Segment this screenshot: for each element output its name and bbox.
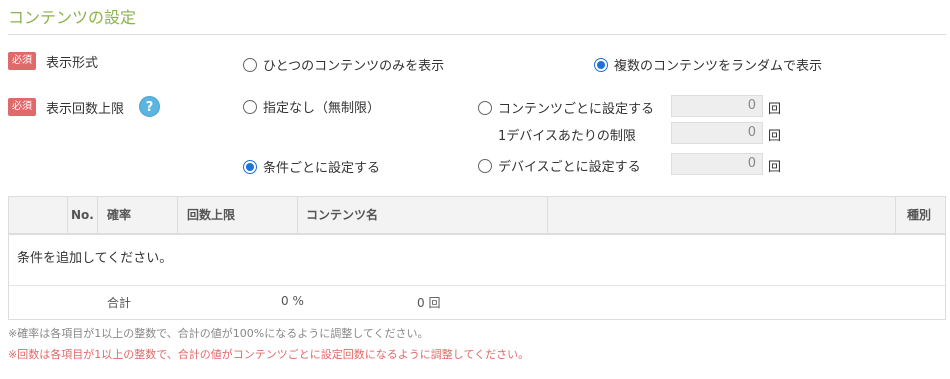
per-device-limit-label: 1デバイスあたりの制限 <box>498 129 636 144</box>
radio-per-condition[interactable]: 条件ごとに設定する <box>243 157 380 176</box>
per-device-limit-input[interactable]: 0 <box>671 122 763 144</box>
radio-per-device[interactable]: デバイスごとに設定する <box>478 156 641 175</box>
title-divider <box>8 34 946 35</box>
header-content-name: コンテンツ名 <box>306 208 379 222</box>
radio-no-limit-circle[interactable] <box>243 99 257 114</box>
required-badge: 必須 <box>8 98 36 116</box>
display-limit-label: 表示回数上限 <box>46 102 125 117</box>
radio-per-content[interactable]: コンテンツごとに設定する <box>478 98 654 117</box>
probability-note: ※確率は各項目が1以上の整数で、合計の値が100%になるように調整してください。 <box>8 327 429 340</box>
table-header: No. 確率 回数上限 コンテンツ名 種別 <box>9 197 945 235</box>
display-format-label: 表示形式 <box>46 56 99 71</box>
empty-message: 条件を追加してください。 <box>17 251 173 266</box>
required-badge: 必須 <box>8 52 36 70</box>
help-icon[interactable]: ? <box>139 96 160 117</box>
per-device-limit-unit: 回 <box>768 129 782 144</box>
radio-per-device-circle[interactable] <box>478 158 492 173</box>
radio-single-content-circle[interactable] <box>243 57 257 72</box>
conditions-table: No. 確率 回数上限 コンテンツ名 種別 条件を追加してください。 合計 0 … <box>8 196 946 320</box>
total-label: 合計 <box>107 296 132 310</box>
header-limit: 回数上限 <box>187 208 236 222</box>
radio-no-limit-label: 指定なし（無制限） <box>263 101 381 116</box>
radio-random-content-label: 複数のコンテンツをランダムで表示 <box>614 59 823 74</box>
header-divider <box>547 197 548 233</box>
header-no: No. <box>71 208 94 222</box>
per-content-unit: 回 <box>768 102 782 117</box>
header-divider <box>67 197 68 233</box>
header-probability: 確率 <box>107 208 132 222</box>
per-content-limit-input[interactable]: 0 <box>671 95 763 117</box>
total-percent: 0 % <box>281 294 304 308</box>
totals-divider <box>9 285 945 286</box>
per-device-input[interactable]: 0 <box>671 153 763 175</box>
radio-no-limit[interactable]: 指定なし（無制限） <box>243 97 380 116</box>
radio-per-content-circle[interactable] <box>478 100 492 115</box>
total-count: 0 回 <box>417 296 441 310</box>
radio-per-condition-label: 条件ごとに設定する <box>263 161 381 176</box>
header-divider <box>895 197 896 233</box>
count-note: ※回数は各項目が1以上の整数で、合計の値がコンテンツごとに設定回数になるように調… <box>8 348 530 361</box>
radio-per-content-label: コンテンツごとに設定する <box>498 102 655 117</box>
radio-random-content[interactable]: 複数のコンテンツをランダムで表示 <box>594 55 822 74</box>
section-title: コンテンツの設定 <box>8 8 137 27</box>
per-device-unit: 回 <box>768 160 782 175</box>
radio-single-content[interactable]: ひとつのコンテンツのみを表示 <box>243 55 444 74</box>
radio-per-device-label: デバイスごとに設定する <box>498 160 641 175</box>
header-divider <box>297 197 298 233</box>
radio-per-condition-circle[interactable] <box>243 159 257 174</box>
header-divider <box>177 197 178 233</box>
header-type: 種別 <box>907 208 932 222</box>
radio-single-content-label: ひとつのコンテンツのみを表示 <box>263 59 445 74</box>
header-divider <box>97 197 98 233</box>
radio-random-content-circle[interactable] <box>594 57 608 72</box>
